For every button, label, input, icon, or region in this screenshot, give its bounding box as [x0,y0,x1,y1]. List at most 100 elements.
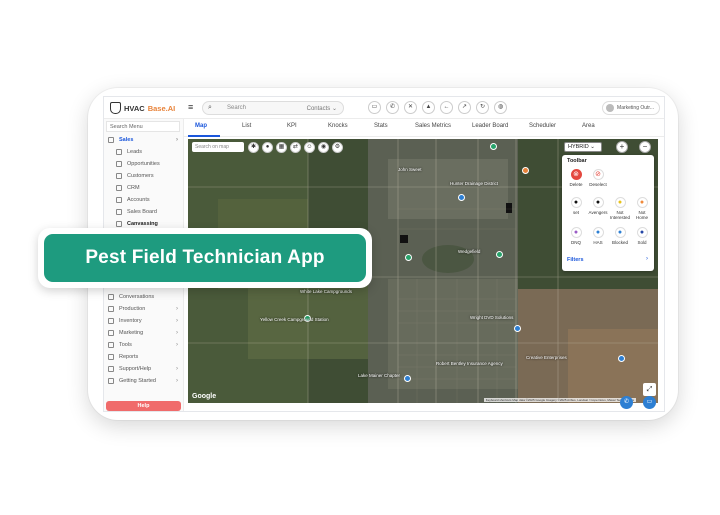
sidebar-item-label: Sales Board [127,208,157,215]
place-label: Wright DVD Solutions [470,315,514,320]
inventory-icon [108,317,114,324]
logo-suffix: Base.AI [147,103,176,113]
search-scope-select[interactable]: Contacts ⌄ [307,105,337,112]
toolbar-item-label: set [572,210,579,215]
map-type-select[interactable]: HYBRID ⌄ [564,142,602,152]
settings-tool-icon[interactable]: ⚙ [332,142,343,153]
sidebar-item-sales-board[interactable]: Sales Board [116,206,182,217]
place-label: Creative Enterprises [526,355,567,360]
chevron-right-icon: › [176,365,178,372]
pin-icon: ● [570,197,582,208]
headset-icon[interactable]: ◍ [494,101,507,114]
map-pin[interactable] [618,355,625,362]
pin-icon: ● [636,227,648,238]
tab-kpi[interactable]: KPI [287,123,297,129]
sidebar-item-label: Marketing [119,329,144,336]
pin-tool-icon[interactable]: ✱ [248,142,259,153]
tools-icon [108,341,114,348]
deselect-icon: ⊘ [592,169,604,180]
delete-icon: ⊗ [570,169,582,180]
map-pin[interactable] [496,251,503,258]
sidebar-item-label: Accounts [127,196,150,203]
pin-icon: ● [614,227,626,238]
back-icon[interactable]: ← [440,101,453,114]
tab-stats[interactable]: Stats [374,123,388,129]
map-pin[interactable] [404,375,411,382]
bell-icon[interactable]: ▲ [422,101,435,114]
toolbar-not-home[interactable]: ● Not Home [632,197,652,220]
sidebar-item-customers[interactable]: Customers [116,170,182,181]
chat-icon[interactable]: ▭ [368,101,381,114]
toolbar-avengers[interactable]: ● Avengers [588,197,608,215]
help-button[interactable]: Help [106,401,181,411]
map-pin[interactable] [490,143,497,150]
route-tool-icon[interactable]: ⇄ [290,142,301,153]
toolbar-blocked[interactable]: ● Blocked [610,227,630,245]
forward-icon[interactable]: ↗ [458,101,471,114]
map-pin[interactable] [514,325,521,332]
toolbar-delete[interactable]: ⊗ Delete [566,169,586,187]
marketing-icon [108,329,114,336]
sales-board-icon [116,208,122,215]
map-search-input[interactable]: Search on map [192,142,244,152]
tab-list[interactable]: List [242,123,251,129]
zoom-in-button[interactable]: + [616,141,628,153]
user-menu[interactable]: Marketing Outr... [602,101,660,115]
fullscreen-icon[interactable]: ⤢ [643,383,656,396]
map-pin[interactable] [458,194,465,201]
sidebar-item-sales[interactable]: Sales › [108,134,182,145]
chevron-right-icon: › [176,136,178,143]
sidebar-item-production[interactable]: Production › [108,303,182,314]
tab-knocks[interactable]: Knocks [328,123,348,129]
sidebar-item-reports[interactable]: Reports [108,351,182,362]
feature-badge: Pest Field Technician App [38,228,372,288]
sidebar-item-label: Inventory [119,317,142,324]
marker-tool-icon[interactable]: ● [262,142,273,153]
search-input[interactable]: Search [227,105,246,111]
sidebar-item-accounts[interactable]: Accounts [116,194,182,205]
layers-tool-icon[interactable]: ▦ [276,142,287,153]
toolbar-deselect[interactable]: ⊘ Deselect [588,169,608,187]
chat-fab-button[interactable]: ▭ [643,396,656,409]
toolbar-dnq[interactable]: ● DNQ [566,227,586,245]
filters-link[interactable]: Filters [567,257,584,263]
sidebar-item-opportunities[interactable]: Opportunities [116,158,182,169]
toolbar-not-interested[interactable]: ● Not Interested [610,197,630,220]
place-label: Robert Bentley Insurance Agency [436,361,503,366]
sidebar-item-getting-started[interactable]: Getting Started › [108,375,182,386]
sidebar-item-marketing[interactable]: Marketing › [108,327,182,338]
call-fab-button[interactable]: ✆ [620,396,633,409]
sidebar-search-input[interactable]: Search Menu [106,121,180,132]
menu-icon[interactable]: ≡ [188,102,193,112]
sidebar-item-conversations[interactable]: Conversations [108,291,182,302]
toolbar-has[interactable]: ● HAS [588,227,608,245]
zoom-out-button[interactable]: − [639,141,651,153]
tab-scheduler[interactable]: Scheduler [529,123,556,129]
sidebar-item-crm[interactable]: CRM [116,182,182,193]
sidebar-item-label: Getting Started [119,377,156,384]
map-pin[interactable] [405,254,412,261]
app-logo[interactable]: HVAC Base.AI [110,101,175,115]
group-tool-icon[interactable]: ◉ [318,142,329,153]
sidebar-item-tools[interactable]: Tools › [108,339,182,350]
user-tool-icon[interactable]: ☺ [304,142,315,153]
toolbar-item-label: Sold [637,240,647,245]
tab-sales-metrics[interactable]: Sales Metrics [415,123,451,129]
global-search[interactable]: ⌕ Search Contacts ⌄ [202,101,344,115]
map-tools: ✱ ● ▦ ⇄ ☺ ◉ ⚙ [248,142,343,153]
sidebar-item-inventory[interactable]: Inventory › [108,315,182,326]
tab-map[interactable]: Map [195,123,207,129]
tab-area[interactable]: Area [582,123,595,129]
x-icon[interactable]: ✕ [404,101,417,114]
toolbar-set[interactable]: ● set [566,197,586,215]
tab-leader-board[interactable]: Leader Board [472,123,508,129]
phone-icon[interactable]: ✆ [386,101,399,114]
pin-icon: ● [614,197,626,208]
refresh-icon[interactable]: ↻ [476,101,489,114]
sales-icon [108,136,114,143]
sidebar-item-support[interactable]: Support/Help › [108,363,182,374]
feature-badge-text: Pest Field Technician App [44,234,366,282]
map-pin[interactable] [522,167,529,174]
sidebar-item-leads[interactable]: Leads [116,146,182,157]
toolbar-sold[interactable]: ● Sold [632,227,652,245]
